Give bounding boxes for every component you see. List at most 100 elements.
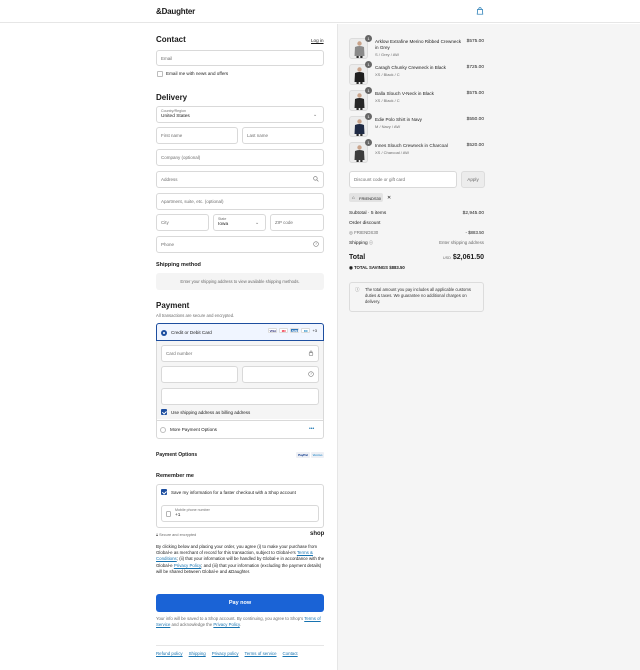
product-variant: XS / Charcoal / AW [375,150,410,155]
search-icon [313,176,319,182]
help-circle-icon[interactable]: ⓘ [369,240,373,245]
apply-button[interactable]: Apply [461,171,485,188]
card-radio[interactable] [161,329,167,336]
privacy-policy-link[interactable]: Privacy policy [212,651,239,656]
product-price: $575.00 [466,91,484,96]
city-field[interactable]: City [156,214,209,231]
delivery-heading: Delivery [156,93,188,102]
remember-me-heading: Remember me [156,473,194,479]
product-thumbnail [349,116,368,137]
newsletter-label: Email me with news and offers [166,71,229,76]
shop-note-3: . [239,622,241,628]
shipping-value: Enter shipping address [439,240,484,245]
product-thumbnail [349,90,368,111]
product-variant: XS / Black / C [375,72,400,77]
mastercard-icon: MC [279,328,289,334]
more-payment-options[interactable]: More Payment Options [170,427,217,432]
product-price: $725.00 [466,65,484,70]
subtotal-row: Subtotal · 5 items $2,945.00 [349,211,484,216]
state-label: State [218,217,227,221]
secure-text: Secure and encrypted [159,533,197,537]
shop-note-1: Your info will be saved to a Shop accoun… [156,616,304,621]
login-link[interactable]: Log in [311,38,324,43]
lock-icon [308,350,314,356]
subtotal-value: $2,945.00 [462,211,484,216]
chevron-down-icon: ⌄ [313,112,318,118]
lock-icon: 🔒︎ [156,533,159,537]
product-image [354,145,365,162]
svg-text:?: ? [310,372,312,376]
contact-link[interactable]: Contact [283,651,298,656]
discount-tag: ⌂ FRIENDS30 ✕ [349,193,391,202]
shipping-link[interactable]: Shipping [189,651,206,656]
phone-placeholder: Phone [161,242,175,247]
shop-privacy-link[interactable]: Privacy Policy [213,622,239,627]
company-placeholder: Company (optional) [161,155,201,160]
first-name-field[interactable]: First name [156,127,238,144]
diners-icon: DC [301,328,311,334]
shipping-label: Shipping [349,241,368,246]
billing-address-checkbox[interactable] [161,409,167,415]
name-on-card-field[interactable] [161,388,319,405]
zip-field[interactable]: ZIP code [270,214,324,231]
email-field[interactable]: Email [156,50,324,66]
footer-links: Refund policy Shipping Privacy policy Terms… [156,651,304,656]
venmo-badge[interactable]: Venmo [311,452,324,458]
first-name-placeholder: First name [161,133,183,138]
more-options-radio[interactable] [160,427,166,433]
tag-icon: ⌂ [352,194,355,200]
discount-value: - $883.50 [465,230,484,235]
quantity-badge: 1 [365,61,372,68]
footer-divider [156,645,324,646]
pay-now-button[interactable]: Pay now [156,594,324,612]
last-name-placeholder: Last name [247,133,269,138]
store-logo[interactable]: &Daughter [156,7,195,16]
savings-row: ◉ TOTAL SAVINGS $883.50 [349,265,484,271]
country-select[interactable]: Country/Region United States ⌄ [156,106,324,123]
help-circle-icon[interactable]: ? [313,241,319,247]
total-value: $2,061.50 [452,254,484,261]
apartment-field[interactable]: Apartment, suite, etc. (optional) [156,193,324,210]
more-icon: ••• [309,426,315,432]
save-info-checkbox[interactable] [161,489,167,495]
shop-logo: shop [310,531,325,537]
paypal-badge[interactable]: PayPal [296,452,310,458]
remove-discount-icon[interactable]: ✕ [387,195,391,201]
newsletter-checkbox[interactable] [157,71,163,77]
header: &Daughter [0,0,640,23]
mobile-phone-label: Mobile phone number [175,508,210,512]
quantity-badge: 1 [365,139,372,146]
security-code-field[interactable]: ? [242,366,319,383]
expiry-field[interactable] [161,366,238,383]
discount-code-field[interactable]: Discount code or gift card [349,171,457,188]
company-field[interactable]: Company (optional) [156,149,324,166]
save-info-label: Save my information for a faster checkou… [171,489,296,495]
product-image [354,119,365,136]
address-field[interactable]: Address [156,171,324,188]
payment-heading: Payment [156,301,190,310]
shop-note-2: and acknowledge the [171,622,213,628]
privacy-link[interactable]: Privacy Policy [174,563,201,568]
zip-placeholder: ZIP code [275,220,293,225]
tag-icon: ◎ [349,230,353,235]
mobile-phone-field[interactable]: Mobile phone number +1 [161,505,319,522]
visa-icon: VISA [268,328,278,334]
card-option[interactable]: Credit or Debit Card VISA MC AMEX DC +3 [156,323,324,341]
shopping-bag-icon[interactable] [476,7,484,15]
refund-policy-link[interactable]: Refund policy [156,651,183,656]
state-select[interactable]: State Iowa ⌄ [213,214,266,231]
savings-label: TOTAL SAVINGS [353,265,389,270]
last-name-field[interactable]: Last name [242,127,324,144]
secure-encrypted: 🔒︎ Secure and encrypted [156,533,196,537]
total-label: Total [349,254,366,261]
phone-field[interactable]: Phone ? [156,236,324,253]
card-number-field[interactable]: Card number [161,345,319,362]
card-number-placeholder: Card number [166,351,193,356]
discount-tag-code: FRIENDS30 [359,195,382,201]
terms-of-service-link[interactable]: Terms of service [245,651,277,656]
product-name: Caragh Chunky Crewneck in Black [375,65,446,70]
product-name: Edie Polo Shirt in Navy [375,117,422,122]
product-price: $575.00 [466,39,484,44]
help-circle-icon[interactable]: ? [308,371,314,377]
country-value: United States [161,114,190,119]
